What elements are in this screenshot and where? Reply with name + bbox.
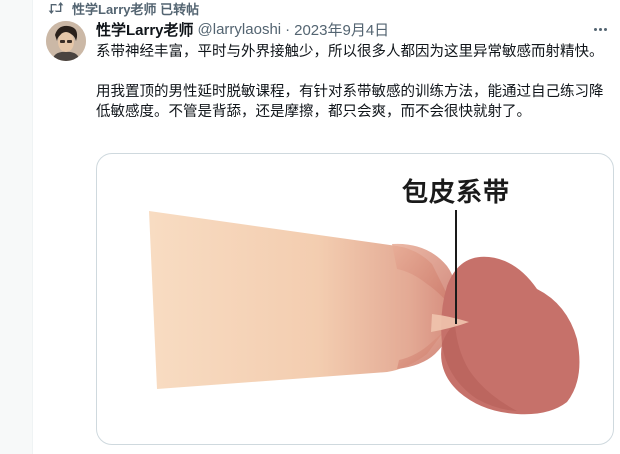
author-handle[interactable]: @larrylaoshi: [198, 21, 282, 38]
retweet-icon: [48, 2, 64, 14]
illustration-label: 包皮系带: [402, 178, 511, 208]
header-separator: ·: [285, 20, 291, 38]
retweet-label[interactable]: 性学Larry老师 已转帖: [72, 0, 199, 18]
tweet-date[interactable]: 2023年9月4日: [294, 19, 389, 40]
tweet-paragraph-2: 用我置顶的男性延时脱敏课程，有针对系带敏感的训练方法，能通过自己练习降低敏感度。…: [96, 84, 604, 120]
tweet-header: 性学Larry老师 @larrylaoshi · 2023年9月4日: [96, 19, 602, 39]
tweet-text: 系带神经丰富，平时与外界接触少，所以很多人都因为这里异常敏感而射精快。 用我置顶…: [96, 42, 616, 122]
author-name[interactable]: 性学Larry老师: [96, 19, 194, 40]
more-options-icon[interactable]: [590, 20, 610, 38]
anatomy-illustration: [149, 210, 580, 415]
avatar-portrait-icon: [46, 21, 86, 61]
avatar[interactable]: [46, 21, 86, 61]
tweet-media-image[interactable]: 包皮系带: [96, 153, 614, 445]
tweet-paragraph-1: 系带神经丰富，平时与外界接触少，所以很多人都因为这里异常敏感而射精快。: [96, 44, 604, 60]
retweet-indicator[interactable]: 性学Larry老师 已转帖: [48, 0, 199, 18]
